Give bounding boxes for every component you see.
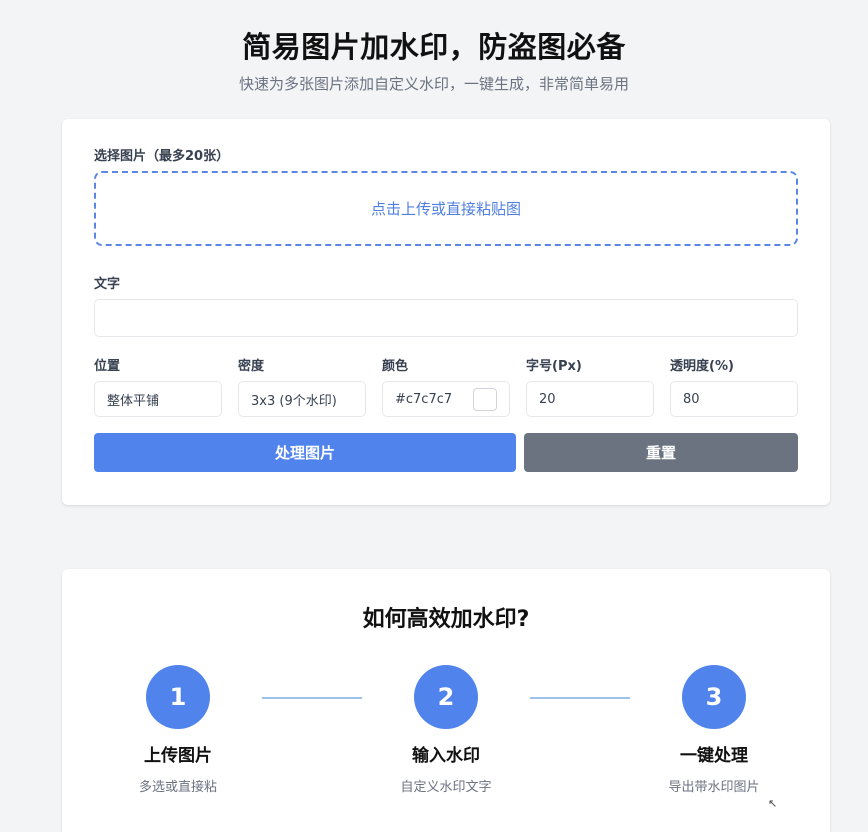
upload-dropzone[interactable]: 点击上传或直接粘贴图 [94,171,798,246]
step-title: 上传图片 [144,746,212,766]
color-swatch[interactable] [473,388,497,411]
density-label: 密度 [238,359,265,374]
step-number: 1 [146,665,210,729]
position-select[interactable]: 整体平铺 [94,381,222,417]
how-to-title: 如何高效加水印? [362,607,530,632]
cursor-icon: ↖ [768,797,778,810]
density-select[interactable]: 3x3 (9个水印) [238,381,366,417]
font-size-value: 20 [539,391,556,407]
hero-subtitle: 快速为多张图片添加自定义水印，一键生成，非常简单易用 [238,75,629,93]
watermark-form-card: 选择图片（最多20张） 点击上传或直接粘贴图 文字 位置 密度 颜色 字号(Px… [62,119,830,505]
color-value: #c7c7c7 [395,391,453,407]
step-number: 2 [414,665,478,729]
font-size-input[interactable]: 20 [526,381,654,417]
process-image-button[interactable]: 处理图片 [94,433,516,472]
density-value: 3x3 (9个水印) [251,393,337,409]
watermark-text-input[interactable] [94,299,798,337]
color-label: 颜色 [382,359,409,374]
opacity-input[interactable]: 80 [670,381,798,417]
how-to-card: 如何高效加水印? 1 上传图片 多选或直接粘 2 输入水印 自定义水印文字 3 … [62,569,830,832]
reset-button[interactable]: 重置 [524,433,798,472]
step-title: 输入水印 [412,746,480,766]
position-value: 整体平铺 [107,393,160,409]
step-title: 一键处理 [680,746,748,766]
step-number: 3 [682,665,746,729]
position-label: 位置 [94,359,121,374]
step-desc: 导出带水印图片 [668,780,760,795]
opacity-value: 80 [683,391,700,407]
text-label: 文字 [94,277,121,292]
opacity-label: 透明度(%) [670,359,734,374]
hero-title: 简易图片加水印，防盗图必备 [242,30,626,64]
step-desc: 多选或直接粘 [138,780,217,795]
step-3: 3 一键处理 导出带水印图片 [614,665,814,795]
color-input[interactable]: #c7c7c7 [382,381,510,417]
step-1: 1 上传图片 多选或直接粘 [78,665,278,795]
step-2: 2 输入水印 自定义水印文字 [346,665,546,795]
font-size-label: 字号(Px) [526,359,582,374]
upload-prompt: 点击上传或直接粘贴图 [370,200,521,218]
upload-label: 选择图片（最多20张） [94,149,230,164]
step-desc: 自定义水印文字 [400,780,492,795]
